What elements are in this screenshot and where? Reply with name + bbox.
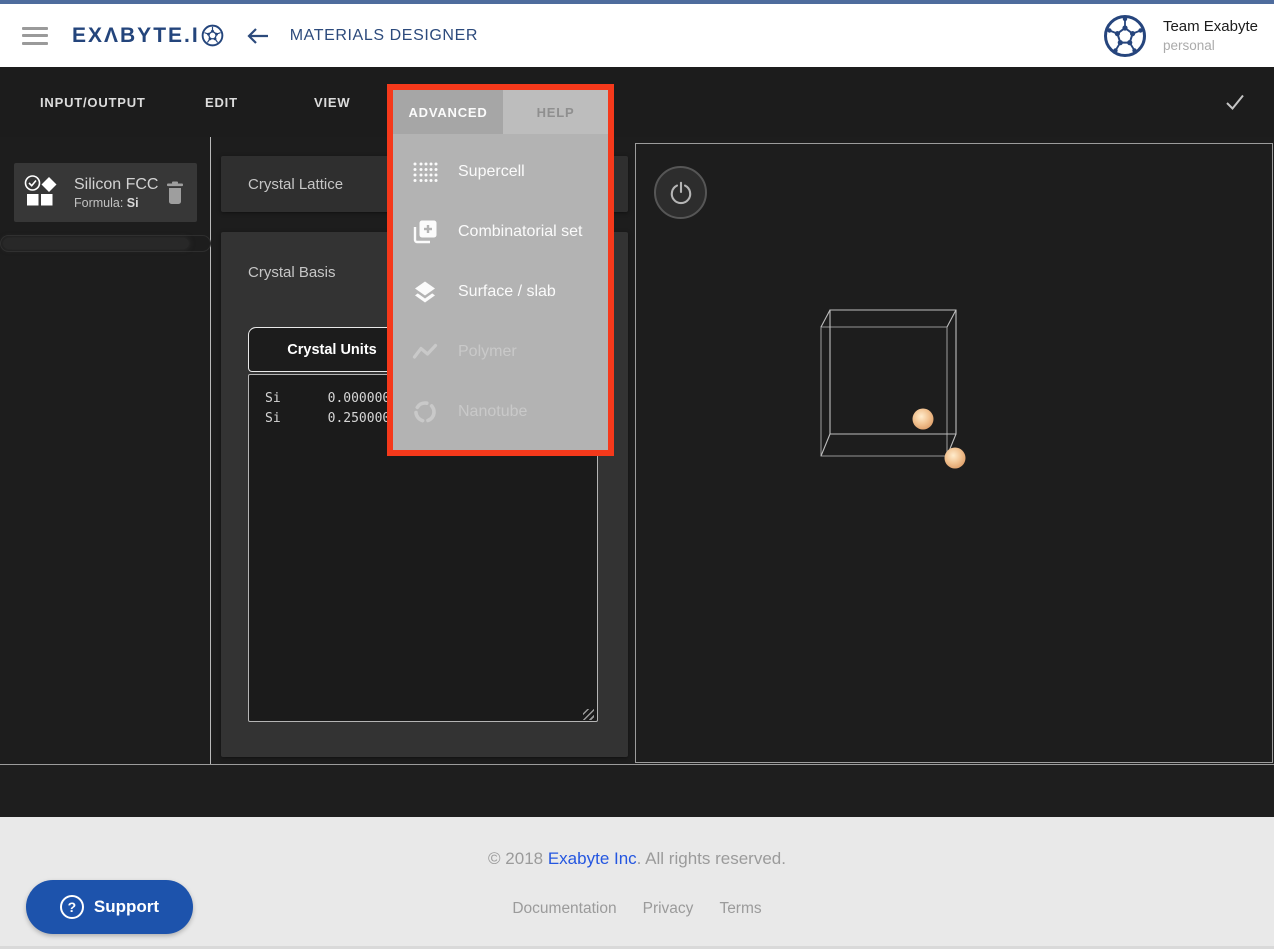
combinatorial-set-icon bbox=[412, 219, 438, 245]
hamburger-menu-icon[interactable] bbox=[22, 27, 48, 45]
footer-link-terms[interactable]: Terms bbox=[719, 900, 761, 918]
menu-view[interactable]: VIEW bbox=[314, 67, 350, 137]
app-header: EXΛBYTE.I MATERIALS DESIGNER bbox=[0, 4, 1274, 67]
sidebar-scrollbar-track[interactable] bbox=[0, 235, 211, 252]
structure-3d-viewer[interactable] bbox=[635, 143, 1273, 763]
textarea-resize-handle[interactable] bbox=[583, 709, 594, 720]
delete-material-icon[interactable] bbox=[165, 181, 185, 205]
menu-edit[interactable]: EDIT bbox=[205, 67, 238, 137]
menu-item-combinatorial-set[interactable]: Combinatorial set bbox=[393, 202, 608, 262]
polymer-chain-icon bbox=[412, 339, 438, 365]
viewer-power-button[interactable] bbox=[654, 166, 707, 219]
footer-link-privacy[interactable]: Privacy bbox=[643, 900, 694, 918]
materials-sidebar: Silicon FCC Formula: Si bbox=[0, 137, 211, 764]
copyright-text: © 2018 Exabyte Inc. All rights reserved. bbox=[0, 849, 1274, 869]
crystal-lattice-title: Crystal Lattice bbox=[248, 176, 343, 193]
menu-item-supercell[interactable]: Supercell bbox=[393, 142, 608, 202]
menu-item-surface-slab[interactable]: Surface / slab bbox=[393, 262, 608, 322]
silicon-atom bbox=[913, 409, 934, 430]
crystal-basis-title: Crystal Basis bbox=[248, 264, 336, 281]
dropdown-tabs: ADVANCED HELP bbox=[393, 90, 608, 134]
power-icon bbox=[669, 181, 693, 205]
advanced-dropdown-menu: Supercell Combinatorial set Surface / sl… bbox=[393, 134, 608, 450]
crystal-units-tab-label: Crystal Units bbox=[287, 342, 376, 358]
lower-dark-band bbox=[0, 766, 1274, 817]
surface-slab-layers-icon bbox=[412, 279, 438, 305]
menu-item-nanotube: Nanotube bbox=[393, 382, 608, 442]
company-link[interactable]: Exabyte Inc bbox=[548, 849, 637, 868]
menu-help[interactable]: HELP bbox=[503, 90, 608, 134]
unit-cell-wireframe bbox=[636, 144, 1274, 764]
nanotube-ring-icon bbox=[412, 399, 438, 425]
support-button[interactable]: ? Support bbox=[26, 880, 193, 934]
supercell-grid-icon bbox=[412, 159, 438, 185]
material-name: Silicon FCC bbox=[74, 176, 165, 194]
exabyte-logo[interactable]: EXΛBYTE.I bbox=[72, 24, 224, 48]
designer-menubar: INPUT/OUTPUT EDIT VIEW bbox=[0, 67, 1274, 137]
main-workspace: Silicon FCC Formula: Si Crystal Lattice … bbox=[0, 137, 1274, 765]
team-avatar bbox=[1103, 14, 1147, 58]
material-type-icon bbox=[24, 175, 60, 211]
material-list-item[interactable]: Silicon FCC Formula: Si bbox=[14, 163, 197, 222]
menu-item-polymer: Polymer bbox=[393, 322, 608, 382]
silicon-atom bbox=[945, 448, 966, 469]
menu-input-output[interactable]: INPUT/OUTPUT bbox=[40, 67, 146, 137]
tutorial-highlight-box: ADVANCED HELP Supercell bbox=[387, 84, 614, 456]
material-formula: Formula: Si bbox=[74, 196, 165, 210]
page-footer: © 2018 Exabyte Inc. All rights reserved.… bbox=[0, 817, 1274, 949]
account-widget[interactable]: Team Exabyte personal bbox=[1103, 4, 1258, 67]
back-arrow-icon[interactable] bbox=[246, 26, 270, 46]
logo-text: EXΛBYTE.I bbox=[72, 24, 200, 48]
page-title: MATERIALS DESIGNER bbox=[290, 27, 478, 45]
confirm-check-icon[interactable] bbox=[1224, 91, 1246, 113]
menu-advanced[interactable]: ADVANCED bbox=[393, 90, 503, 134]
footer-link-documentation[interactable]: Documentation bbox=[512, 900, 616, 918]
team-type: personal bbox=[1163, 38, 1258, 53]
logo-ball-icon bbox=[201, 24, 224, 47]
sidebar-scrollbar-thumb[interactable] bbox=[3, 238, 189, 249]
question-mark-icon: ? bbox=[60, 895, 84, 919]
team-name: Team Exabyte bbox=[1163, 18, 1258, 35]
